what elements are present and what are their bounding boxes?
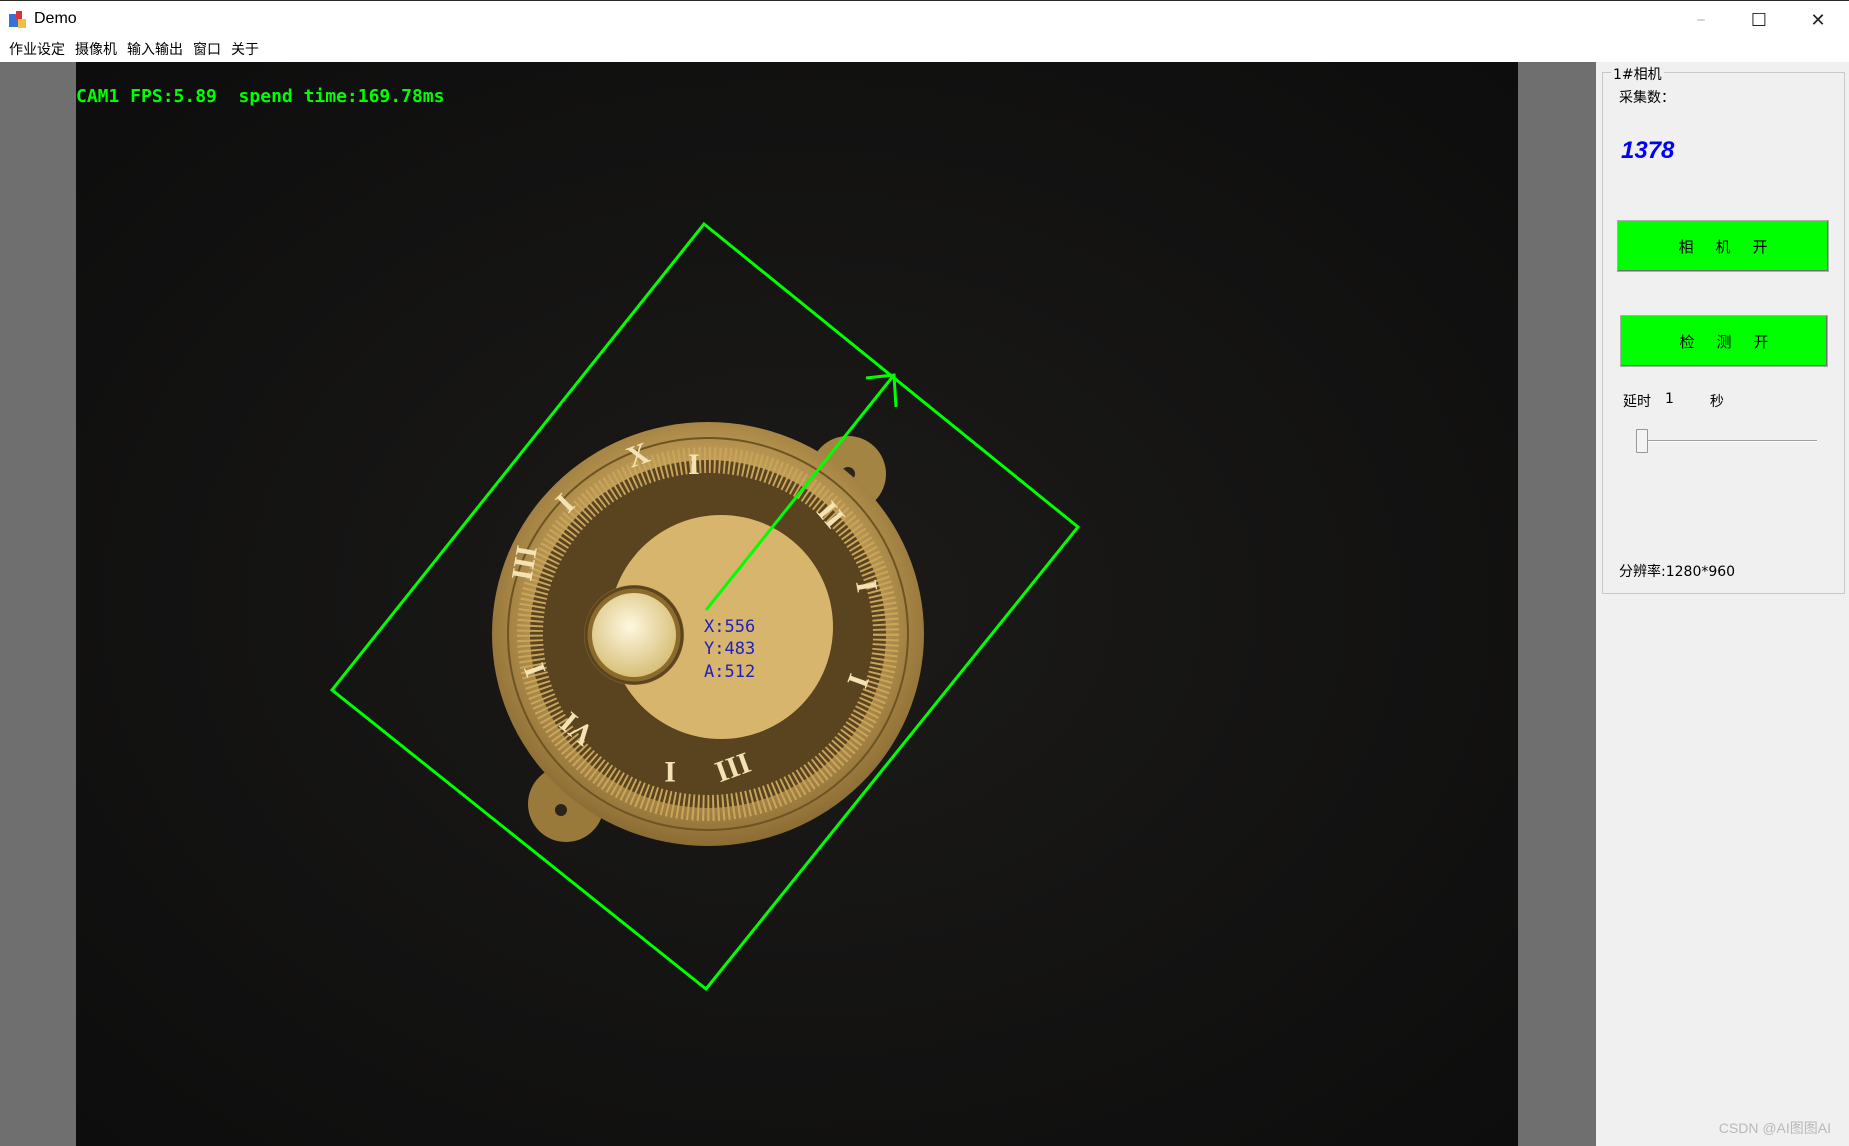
coord-angle-label: A:512 bbox=[704, 662, 755, 682]
menu-camera[interactable]: 摄像机 bbox=[70, 38, 122, 62]
detect-toggle-label: 检测开 bbox=[1679, 332, 1791, 351]
maximize-button[interactable]: ☐ bbox=[1730, 1, 1788, 39]
camera-toggle-label: 相机开 bbox=[1678, 237, 1790, 256]
menu-io[interactable]: 输入输出 bbox=[122, 38, 188, 62]
camera-groupbox: 1#相机 采集数： 1378 相机开 检测开 延时 1 秒 分辨率:1280*9… bbox=[1602, 64, 1845, 594]
coord-y-label: Y:483 bbox=[704, 639, 755, 659]
delay-unit: 秒 bbox=[1709, 394, 1724, 410]
app-icon bbox=[9, 11, 26, 28]
delay-slider-track[interactable] bbox=[1637, 440, 1817, 442]
title-bar: Demo ─ ☐ ✕ bbox=[0, 0, 1849, 38]
minimize-icon: ─ bbox=[1697, 13, 1705, 27]
camera-sidebar: 1#相机 采集数： 1378 相机开 检测开 延时 1 秒 分辨率:1280*9… bbox=[1596, 62, 1849, 1146]
menu-bar: 作业设定 摄像机 输入输出 窗口 关于 bbox=[0, 38, 1849, 62]
close-button[interactable]: ✕ bbox=[1789, 1, 1847, 39]
menu-window[interactable]: 窗口 bbox=[188, 38, 226, 62]
group-title: 1#相机 bbox=[1611, 64, 1664, 84]
fps-overlay: CAM1 FPS:5.89 spend time:169.78ms bbox=[76, 86, 445, 107]
camera-image: I X I III I VI I III I I II X:556 Y:483 … bbox=[76, 62, 1518, 1146]
svg-text:III: III bbox=[505, 543, 544, 583]
delay-value: 1 bbox=[1665, 391, 1674, 407]
detect-toggle-button[interactable]: 检测开 bbox=[1620, 315, 1828, 367]
resolution-label: 分辨率:1280*960 bbox=[1619, 564, 1736, 580]
camera-image-view[interactable]: I X I III I VI I III I I II X:556 Y:483 … bbox=[76, 62, 1518, 1146]
watermark: CSDN @AI图图AI bbox=[1718, 1120, 1831, 1136]
menu-job-settings[interactable]: 作业设定 bbox=[4, 38, 70, 62]
capture-count-value: 1378 bbox=[1621, 137, 1675, 164]
camera-toggle-button[interactable]: 相机开 bbox=[1617, 220, 1829, 272]
delay-slider-thumb[interactable] bbox=[1636, 429, 1648, 453]
coord-x-label: X:556 bbox=[704, 617, 755, 637]
window-title: Demo bbox=[34, 10, 77, 27]
minimize-button[interactable]: ─ bbox=[1672, 1, 1730, 39]
svg-text:I: I bbox=[688, 448, 700, 481]
delay-row: 延时 1 秒 bbox=[1623, 391, 1724, 411]
delay-label: 延时 bbox=[1623, 394, 1651, 410]
close-icon: ✕ bbox=[1810, 9, 1826, 31]
menu-about[interactable]: 关于 bbox=[226, 38, 264, 62]
maximize-icon: ☐ bbox=[1750, 9, 1768, 31]
svg-text:I: I bbox=[664, 755, 676, 788]
capture-count-label: 采集数： bbox=[1619, 90, 1675, 106]
